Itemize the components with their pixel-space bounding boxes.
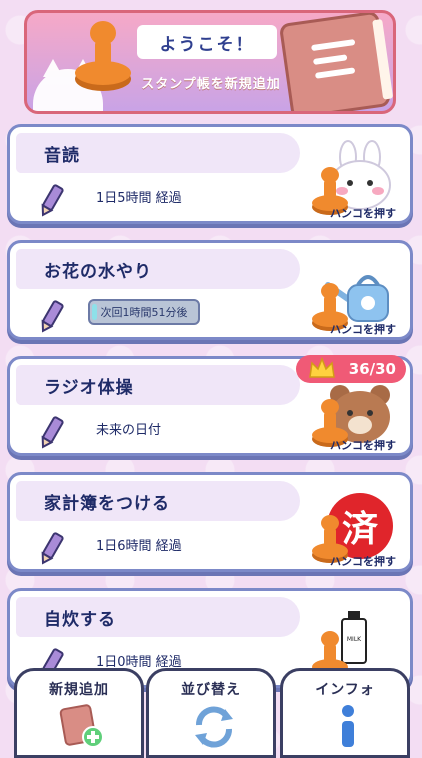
press-stamp-button[interactable]: ハンコを押す bbox=[330, 205, 396, 221]
bottom-nav: 新規追加 並び替え インフォ bbox=[0, 668, 422, 758]
future-date-status: 未来の日付 bbox=[96, 423, 162, 438]
task-card[interactable]: お花の水やり 次回1時間51分後 ハンコを押す bbox=[7, 240, 413, 340]
welcome-label: ようこそ！ bbox=[137, 25, 277, 59]
info-icon bbox=[342, 705, 354, 747]
task-title: 音読 bbox=[44, 146, 80, 166]
task-title: お花の水やり bbox=[44, 262, 152, 282]
task-title: ラジオ体操 bbox=[44, 378, 134, 398]
elapsed-status: 1日5時間 経過 bbox=[96, 191, 182, 206]
tab-sort[interactable]: 並び替え bbox=[146, 668, 276, 758]
press-stamp-button[interactable]: ハンコを押す bbox=[330, 437, 396, 453]
add-stamp-book-label: スタンプ帳を新規追加 bbox=[141, 77, 281, 92]
edit-pencil-icon[interactable] bbox=[38, 415, 64, 451]
stamp-icon bbox=[75, 21, 131, 91]
sort-arrows-icon bbox=[195, 706, 233, 748]
tab-label: インフォ bbox=[315, 682, 375, 698]
elapsed-status: 1日6時間 経過 bbox=[96, 539, 182, 554]
press-stamp-button[interactable]: ハンコを押す bbox=[330, 321, 396, 337]
task-title: 自炊する bbox=[44, 610, 116, 630]
edit-pencil-icon[interactable] bbox=[38, 183, 64, 219]
task-card[interactable]: 家計簿をつける 1日6時間 経過 済 ハンコを押す bbox=[7, 472, 413, 572]
new-notebook-icon bbox=[59, 704, 104, 748]
book-icon bbox=[278, 13, 393, 111]
edit-pencil-icon[interactable] bbox=[38, 299, 64, 335]
crown-icon bbox=[309, 357, 335, 378]
next-time-pill: 次回1時間51分後 bbox=[88, 299, 200, 325]
tab-label: 並び替え bbox=[181, 682, 241, 698]
badge-count: 36/30 bbox=[348, 360, 396, 378]
tab-add-new[interactable]: 新規追加 bbox=[14, 668, 144, 758]
tab-info[interactable]: インフォ bbox=[280, 668, 410, 758]
task-card[interactable]: ラジオ体操 未来の日付 36/30 ハンコを押す bbox=[7, 355, 413, 456]
task-card[interactable]: 音読 1日5時間 経過 ハンコを押す bbox=[7, 124, 413, 224]
add-stamp-book-banner[interactable]: ようこそ！ スタンプ帳を新規追加 bbox=[24, 10, 396, 114]
tab-label: 新規追加 bbox=[49, 682, 109, 698]
progress-badge: 36/30 bbox=[296, 355, 406, 383]
edit-pencil-icon[interactable] bbox=[38, 531, 64, 567]
press-stamp-button[interactable]: ハンコを押す bbox=[330, 553, 396, 569]
task-title: 家計簿をつける bbox=[44, 494, 170, 514]
